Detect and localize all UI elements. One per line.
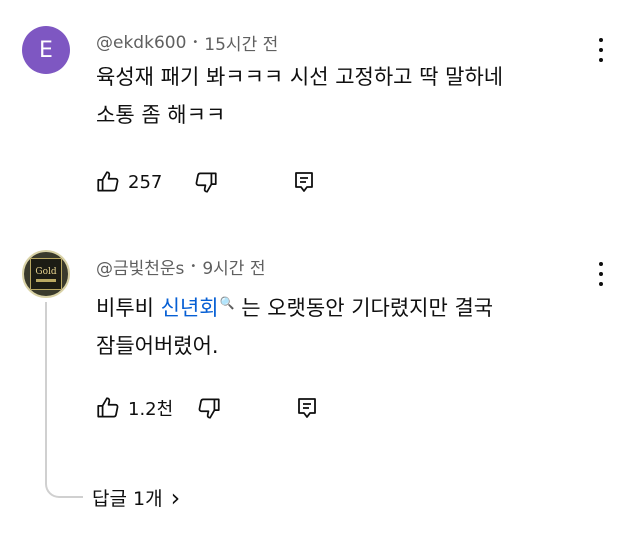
text-segment: 비투비 (96, 296, 161, 320)
replies-label: 답글 1개 (92, 488, 163, 510)
hashtag-link[interactable]: 신년회 (161, 296, 219, 320)
more-options-icon[interactable] (594, 38, 608, 62)
thumbs-up-icon[interactable] (94, 394, 122, 422)
like-count: 1.2천 (128, 399, 174, 420)
comment-text: 비투비 신년회🔍 는 오랫동안 기다렸지만 결국 잠들어버렸어. (96, 284, 576, 365)
avatar[interactable]: Gold (22, 250, 70, 298)
thumbs-up-icon[interactable] (94, 168, 122, 196)
thumbs-down-icon[interactable] (192, 168, 220, 196)
search-icon[interactable]: 🔍 (220, 296, 235, 310)
comment-meta: @금빛천운s • 9시간 전 (96, 254, 265, 279)
comment-line: 잠들어버렸어. (96, 334, 219, 358)
comment-line: 소통 좀 해ㅋㅋ (96, 103, 226, 127)
author-name[interactable]: @금빛천운s (96, 254, 184, 279)
more-options-icon[interactable] (594, 262, 608, 286)
comment-text: 육성재 패기 봐ㅋㅋㅋ 시선 고정하고 딱 말하네 소통 좀 해ㅋㅋ (96, 58, 576, 134)
comment-actions: 257 (94, 168, 318, 196)
like-count: 257 (128, 171, 163, 193)
chevron-right-icon: › (170, 483, 181, 512)
reply-icon[interactable] (293, 394, 321, 422)
author-name[interactable]: @ekdk600 (96, 33, 186, 53)
view-replies-button[interactable]: 답글 1개 › (92, 484, 180, 511)
comment-line: 육성재 패기 봐ㅋㅋㅋ 시선 고정하고 딱 말하네 (96, 65, 504, 89)
gold-logo-icon: Gold (30, 258, 62, 290)
reply-thread-line (45, 302, 83, 498)
meta-separator: • (192, 37, 199, 48)
comment-meta: @ekdk600 • 15시간 전 (96, 30, 278, 56)
reply-icon[interactable] (290, 168, 318, 196)
avatar-logo-text: Gold (35, 266, 57, 277)
comment-line: 비투비 신년회🔍 는 오랫동안 기다렸지만 결국 (96, 284, 576, 327)
comment-time[interactable]: 9시간 전 (202, 254, 265, 279)
thumbs-down-icon[interactable] (195, 394, 223, 422)
text-segment: 는 오랫동안 기다렸지만 결국 (234, 296, 494, 320)
avatar[interactable]: E (22, 26, 70, 74)
meta-separator: • (190, 261, 197, 272)
comment-actions: 1.2천 (94, 394, 321, 422)
avatar-letter: E (39, 37, 53, 63)
comment-time[interactable]: 15시간 전 (204, 30, 278, 55)
